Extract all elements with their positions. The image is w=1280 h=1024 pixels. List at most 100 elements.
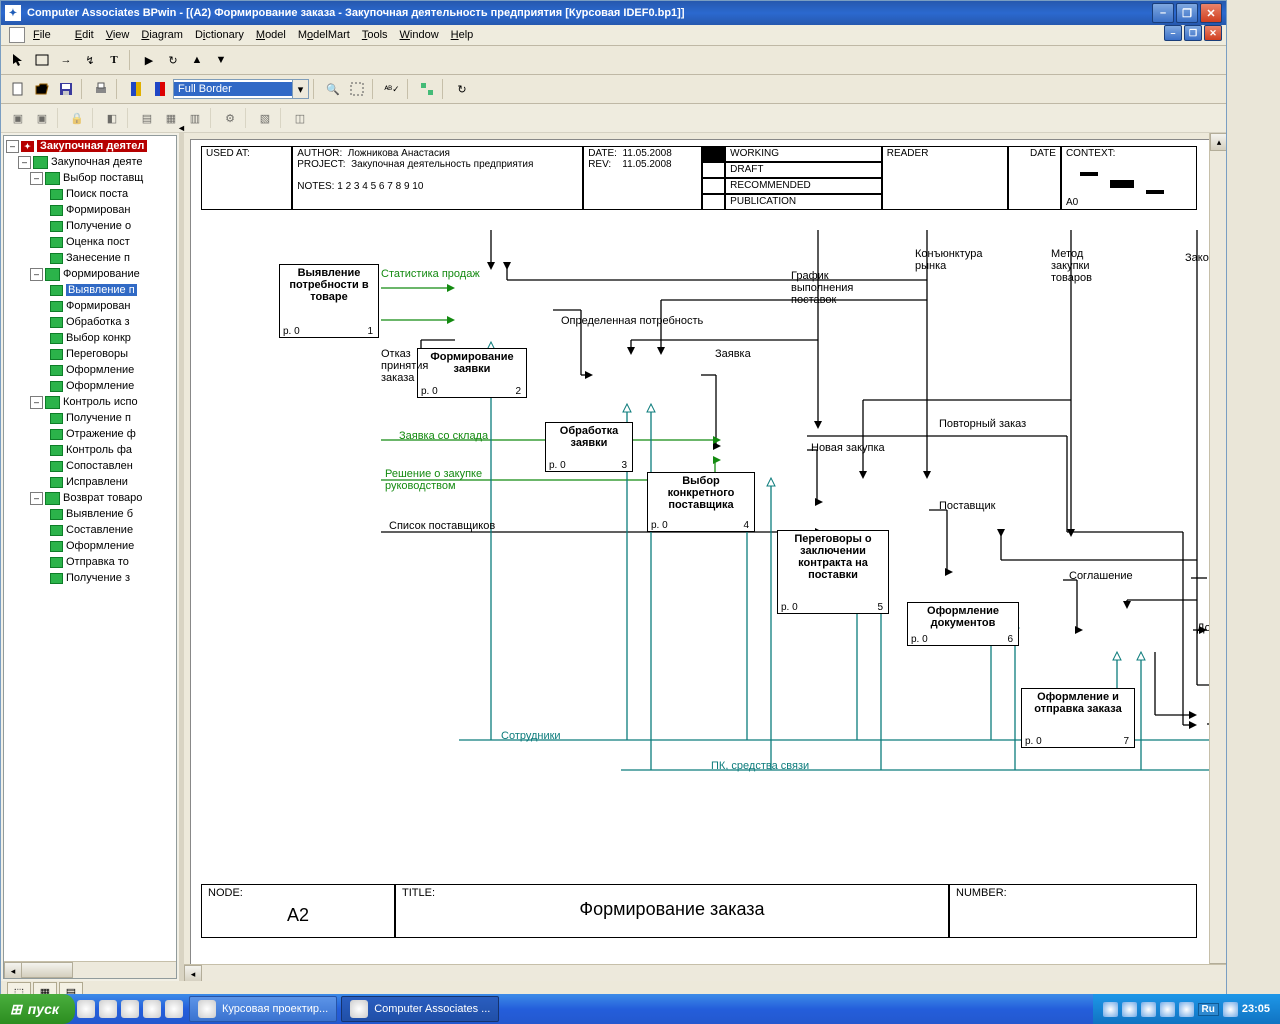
mm-icon-3[interactable]: ◧	[101, 107, 123, 129]
tree-root[interactable]: –✦Закупочная деятел	[6, 138, 174, 154]
goto-child-icon[interactable]: ▶	[138, 49, 160, 71]
menu-window[interactable]: Window	[400, 29, 439, 41]
zoom-area-icon[interactable]	[346, 78, 368, 100]
arrow-tool-icon[interactable]: →	[55, 49, 77, 71]
menu-help[interactable]: Help	[451, 29, 474, 41]
text-tool-icon[interactable]: T	[103, 49, 125, 71]
mm-icon-8[interactable]: ▧	[254, 107, 276, 129]
model-explorer[interactable]: –✦Закупочная деятел –Закупочная деяте –В…	[3, 135, 177, 979]
activity-box-3[interactable]: Обработка заявкиp. 03	[545, 422, 633, 472]
tree-item[interactable]: Отправка то	[6, 554, 174, 570]
menubar[interactable]: File Edit View Diagram Dictionary Model …	[1, 25, 1226, 46]
tree-item[interactable]: Получение з	[6, 570, 174, 586]
tree-item[interactable]: Формирован	[6, 202, 174, 218]
tree-item-selected[interactable]: Выявление п	[6, 282, 174, 298]
mdi-restore-button[interactable]: ❐	[1184, 25, 1202, 41]
diagram-canvas[interactable]: USED AT: AUTHOR: Ложникова Анастасия PRO…	[190, 139, 1210, 979]
mdi-close-button[interactable]: ✕	[1204, 25, 1222, 41]
flag1-icon[interactable]	[125, 78, 147, 100]
menu-model[interactable]: Model	[256, 29, 286, 41]
tree-item[interactable]: Составление	[6, 522, 174, 538]
tree-item[interactable]: Оформление	[6, 538, 174, 554]
toolbar-standard[interactable]: Full Border ▾ 🔍 ᴬᴮ✓ ↻	[1, 75, 1226, 104]
tray-icon[interactable]	[1223, 1002, 1238, 1017]
refresh-icon[interactable]: ↻	[451, 78, 473, 100]
tree-item[interactable]: Контроль фа	[6, 442, 174, 458]
mm-icon-7[interactable]: ⚙	[219, 107, 241, 129]
close-button[interactable]: ✕	[1200, 3, 1222, 23]
quicklaunch-icon[interactable]	[143, 1000, 161, 1018]
activity-box-7[interactable]: Оформление и отправка заказаp. 07	[1021, 688, 1135, 748]
activity-box-5[interactable]: Переговоры о заключении контракта на пос…	[777, 530, 889, 614]
taskbar-app-1[interactable]: Курсовая проектир...	[189, 996, 337, 1022]
menu-diagram[interactable]: Diagram	[141, 29, 183, 41]
rotate-icon[interactable]: ↻	[162, 49, 184, 71]
zoom-in-icon[interactable]: 🔍	[322, 78, 344, 100]
quicklaunch-icon[interactable]	[99, 1000, 117, 1018]
new-icon[interactable]	[7, 78, 29, 100]
mm-icon-4[interactable]: ▤	[136, 107, 158, 129]
menu-file[interactable]: File	[33, 29, 63, 41]
open-icon[interactable]	[31, 78, 53, 100]
tree-item[interactable]: Сопоставлен	[6, 458, 174, 474]
canvas-vscroll[interactable]: ▴ ▾	[1209, 133, 1226, 981]
chevron-down-icon[interactable]: ▾	[292, 80, 308, 98]
taskbar-app-2-active[interactable]: Computer Associates ...	[341, 996, 499, 1022]
quicklaunch-icon[interactable]	[77, 1000, 95, 1018]
menu-view[interactable]: View	[106, 29, 130, 41]
tree-item[interactable]: Обработка з	[6, 314, 174, 330]
tree-item[interactable]: Переговоры	[6, 346, 174, 362]
tree-item[interactable]: Исправлени	[6, 474, 174, 490]
tray-clock[interactable]: 23:05	[1242, 1003, 1270, 1015]
tray-language[interactable]: Ru	[1198, 1003, 1219, 1016]
box-tool-icon[interactable]	[31, 49, 53, 71]
tree-item[interactable]: Получение п	[6, 410, 174, 426]
flag2-icon[interactable]	[149, 78, 171, 100]
tray-icon[interactable]	[1103, 1002, 1118, 1017]
tree-item[interactable]: –Выбор поставщ	[6, 170, 174, 186]
mdi-minimize-button[interactable]: –	[1164, 25, 1182, 41]
maximize-button[interactable]: ❐	[1176, 3, 1198, 23]
canvas-hscroll[interactable]: ◂ ▸	[184, 964, 1226, 981]
mm-icon-1[interactable]: ▣	[7, 107, 29, 129]
activity-box-6[interactable]: Оформление документовp. 06	[907, 602, 1019, 646]
diagram-area[interactable]: USED AT: AUTHOR: Ложникова Анастасия PRO…	[184, 133, 1226, 981]
squiggle-tool-icon[interactable]: ↯	[79, 49, 101, 71]
tree-item[interactable]: –Закупочная деяте	[6, 154, 174, 170]
quicklaunch-icon[interactable]	[121, 1000, 139, 1018]
mm-icon-2[interactable]: ▣	[31, 107, 53, 129]
os-taskbar[interactable]: ⊞пуск Курсовая проектир... Computer Asso…	[0, 994, 1280, 1024]
activity-box-1[interactable]: Выявление потребности в товареp. 01	[279, 264, 379, 338]
scroll-left-icon[interactable]: ◂	[184, 965, 202, 981]
start-button[interactable]: ⊞пуск	[0, 994, 75, 1024]
scroll-left-icon[interactable]: ◂	[4, 962, 22, 979]
system-tray[interactable]: Ru 23:05	[1093, 994, 1280, 1024]
tree-item[interactable]: Отражение ф	[6, 426, 174, 442]
tree-item[interactable]: Оформление	[6, 378, 174, 394]
tree-item[interactable]: Выявление б	[6, 506, 174, 522]
tray-icon[interactable]	[1141, 1002, 1156, 1017]
tray-icon[interactable]	[1160, 1002, 1175, 1017]
mm-icon-6[interactable]: ▥	[184, 107, 206, 129]
tree-item[interactable]: Поиск поста	[6, 186, 174, 202]
tree-item[interactable]: –Возврат товаро	[6, 490, 174, 506]
tree-item[interactable]: –Контроль испо	[6, 394, 174, 410]
goto-parent-up-icon[interactable]: ▲	[186, 49, 208, 71]
tray-icon[interactable]	[1179, 1002, 1194, 1017]
toolbar-shapes[interactable]: → ↯ T ▶ ↻ ▲ ▼	[1, 46, 1226, 75]
pointer-tool-icon[interactable]	[7, 49, 29, 71]
menu-tools[interactable]: Tools	[362, 29, 388, 41]
menu-edit[interactable]: Edit	[75, 29, 94, 41]
scroll-up-icon[interactable]: ▴	[1210, 133, 1226, 151]
save-icon[interactable]	[55, 78, 77, 100]
minimize-button[interactable]: –	[1152, 3, 1174, 23]
tree-hscroll[interactable]: ◂ ▸	[4, 961, 176, 978]
print-icon[interactable]	[90, 78, 112, 100]
tray-icon[interactable]	[1122, 1002, 1137, 1017]
menu-modelmart[interactable]: ModelMart	[298, 29, 350, 41]
menu-dictionary[interactable]: Dictionary	[195, 29, 244, 41]
tree-item[interactable]: –Формирование	[6, 266, 174, 282]
tree-item[interactable]: Оценка пост	[6, 234, 174, 250]
mm-lock-icon[interactable]: 🔒	[66, 107, 88, 129]
tree-item[interactable]: Оформление	[6, 362, 174, 378]
